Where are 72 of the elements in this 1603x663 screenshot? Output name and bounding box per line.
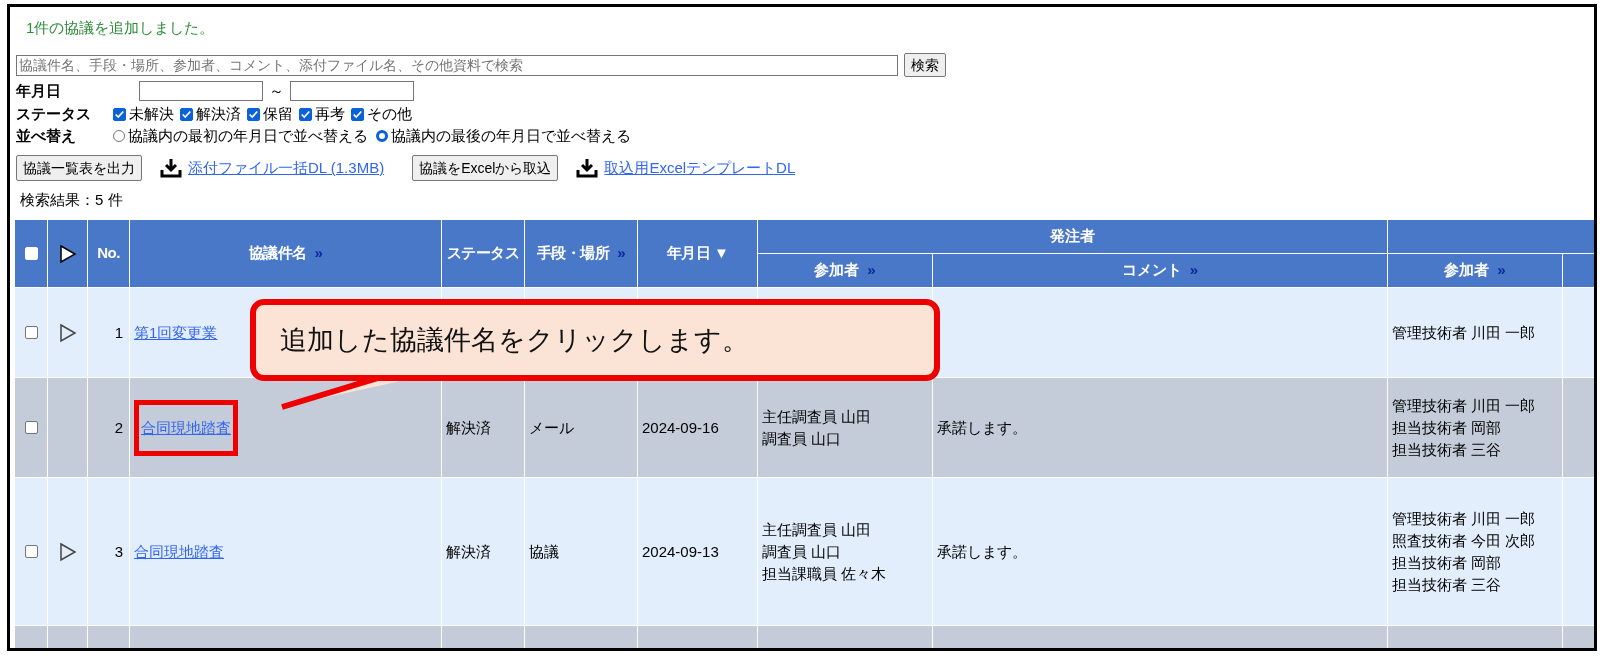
date-text: 2024-09-16 xyxy=(642,418,719,436)
title-link[interactable]: 合同現地踏査 xyxy=(134,542,224,560)
participant-text: 担当技術者 三谷 xyxy=(1392,574,1503,595)
participant-text: 管理技術者 川田 一郎 xyxy=(1392,322,1537,343)
checkbox[interactable] xyxy=(180,107,193,121)
radio-button[interactable] xyxy=(376,130,388,142)
download-icon xyxy=(160,158,182,178)
row-number: 1 xyxy=(114,323,123,341)
radio-button[interactable] xyxy=(113,130,125,142)
checkbox[interactable] xyxy=(247,107,260,121)
participant-text: 照査技術者 今田 次郎 xyxy=(1392,530,1537,551)
search-button[interactable]: 検索 xyxy=(904,53,946,77)
status-label: ステータス xyxy=(16,103,92,124)
method-text: 協議 xyxy=(529,542,559,560)
participant-text: 担当技術者 岡部 xyxy=(1392,552,1503,573)
participant-text: 調査員 山口 xyxy=(762,541,843,562)
column-header[interactable]: 年月日 ▼ xyxy=(637,219,758,288)
column-header[interactable]: 参加者 » xyxy=(757,253,933,288)
action-button[interactable]: 協議をExcelから取込 xyxy=(412,155,559,181)
download-icon xyxy=(576,158,599,178)
column-header[interactable]: コメント » xyxy=(932,253,1388,288)
range-separator: ～ xyxy=(269,80,284,101)
checkbox[interactable] xyxy=(351,107,364,121)
download-link[interactable]: 取込用ExcelテンプレートDL xyxy=(604,156,796,180)
result-count: 検索結果：5 件 xyxy=(20,190,124,210)
date-text: 2024-09-13 xyxy=(642,542,719,560)
download-link[interactable]: 添付ファイル一括DL (1.3MB) xyxy=(188,156,385,180)
status-option-label: 保留 xyxy=(263,103,293,124)
sort-label: 並べ替え xyxy=(16,125,77,146)
date-from-field[interactable] xyxy=(139,81,263,101)
row-number: 2 xyxy=(114,418,123,436)
column-header[interactable]: 参加者 » xyxy=(1387,253,1563,288)
date-label: 年月日 xyxy=(16,80,62,101)
checkbox[interactable] xyxy=(24,326,38,339)
sort-option-label: 協議内の最初の年月日で並べ替える xyxy=(128,125,368,146)
checkbox[interactable] xyxy=(113,107,126,121)
participant-text: 主任調査員 山田 xyxy=(762,519,873,540)
checkbox[interactable] xyxy=(299,107,312,121)
comment-text: 承諾します。 xyxy=(937,542,1027,560)
comment-text: 承諾します。 xyxy=(937,418,1027,436)
triangle-icon[interactable] xyxy=(58,243,77,264)
success-message: 1件の協議を追加しました。 xyxy=(26,18,216,38)
participant-text: 管理技術者 川田 一郎 xyxy=(1392,508,1537,529)
status-option-label: 再考 xyxy=(315,103,345,124)
triangle-icon[interactable] xyxy=(58,322,77,343)
participant-text: 調査員 山口 xyxy=(762,428,843,449)
participant-text: 管理技術者 川田 一郎 xyxy=(1392,395,1537,416)
search-field[interactable]: 協議件名、手段・場所、参加者、コメント、添付ファイル名、その他資料で検索 xyxy=(16,54,898,76)
column-header[interactable]: 協議件名 » xyxy=(129,219,442,288)
sort-option-label: 協議内の最後の年月日で並べ替える xyxy=(391,125,631,146)
action-button[interactable]: 協議一覧表を出力 xyxy=(16,155,142,181)
title-link[interactable]: 合同現地踏査 xyxy=(141,418,231,436)
status-text: 解決済 xyxy=(446,542,491,560)
participant-text: 担当課職員 佐々木 xyxy=(762,563,888,584)
column-header[interactable]: ステータス xyxy=(441,219,525,288)
group-header: 発注者 xyxy=(757,219,1388,254)
column-header[interactable]: No. xyxy=(87,219,130,288)
participant-text: 担当技術者 岡部 xyxy=(1392,417,1503,438)
status-option-label: 解決済 xyxy=(196,103,241,124)
date-to-field[interactable] xyxy=(290,81,414,101)
participant-text: 担当技術者 三谷 xyxy=(1392,439,1503,460)
status-option-label: 未解決 xyxy=(129,103,174,124)
participant-text: 主任調査員 山田 xyxy=(762,406,873,427)
checkbox[interactable] xyxy=(24,421,38,434)
triangle-icon[interactable] xyxy=(58,541,77,562)
status-text: 解決済 xyxy=(446,418,491,436)
title-link[interactable]: 第1回変更業 xyxy=(134,323,218,341)
row-number: 3 xyxy=(114,542,123,560)
method-text: メール xyxy=(529,418,574,436)
column-header[interactable]: 手段・場所 » xyxy=(524,219,638,288)
checkbox[interactable] xyxy=(24,545,38,558)
status-option-label: その他 xyxy=(367,103,412,124)
